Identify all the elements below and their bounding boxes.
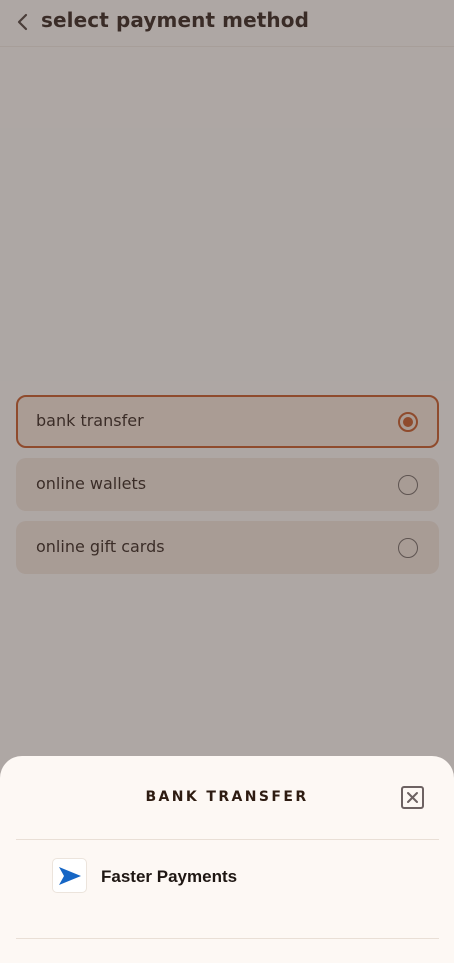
method-label: Faster Payments	[101, 867, 238, 886]
bottom-sheet: BANK TRANSFER Faster Payments	[0, 756, 454, 963]
close-icon	[407, 792, 418, 803]
close-button[interactable]	[401, 786, 424, 809]
sheet-title: BANK TRANSFER	[145, 789, 309, 805]
method-faster-payments[interactable]: Faster Payments	[16, 842, 439, 938]
faster-payments-arrow-icon	[52, 858, 87, 893]
divider	[16, 938, 439, 939]
divider	[16, 839, 439, 840]
